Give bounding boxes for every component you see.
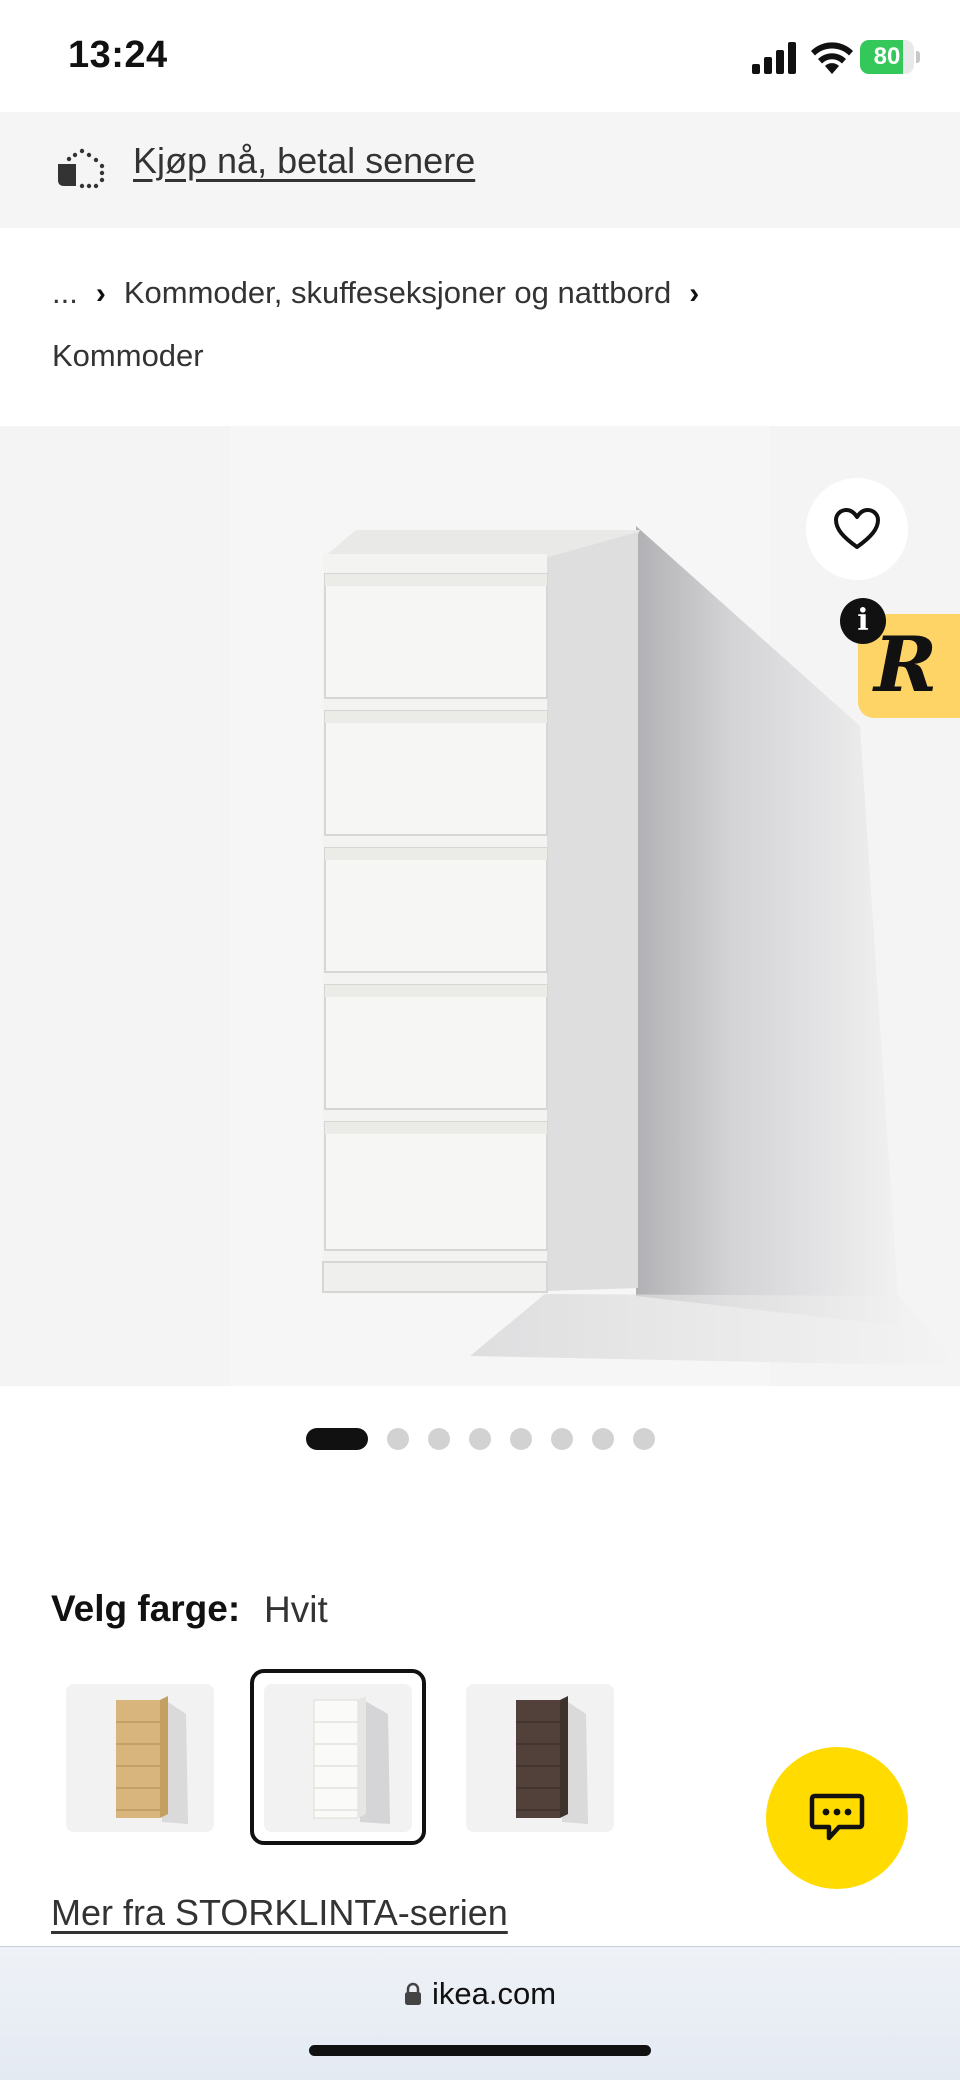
chevron-right-icon: › bbox=[95, 277, 106, 310]
wifi-icon bbox=[811, 42, 853, 74]
battery-percentage: 80 bbox=[873, 43, 901, 70]
color-option-oak[interactable] bbox=[66, 1684, 214, 1832]
info-icon[interactable]: i bbox=[840, 598, 886, 644]
gallery-dot[interactable] bbox=[633, 1428, 655, 1450]
series-link[interactable]: Mer fra STORKLINTA-serien bbox=[51, 1892, 508, 1934]
color-select-label: Velg farge: bbox=[51, 1588, 241, 1629]
swatch-thumbnail-oak bbox=[66, 1684, 214, 1832]
dresser-illustration bbox=[0, 426, 960, 1386]
gallery-dot[interactable] bbox=[428, 1428, 450, 1450]
pay-later-link[interactable]: Kjøp nå, betal senere bbox=[133, 140, 475, 182]
browser-address-bar bbox=[0, 1946, 960, 2080]
favorite-button[interactable] bbox=[806, 478, 908, 580]
heart-icon bbox=[834, 508, 880, 549]
gallery-dot[interactable] bbox=[510, 1428, 532, 1450]
pay-later-icon bbox=[58, 148, 105, 189]
swatch-thumbnail-brown bbox=[466, 1684, 614, 1832]
color-option-white[interactable] bbox=[264, 1684, 412, 1832]
gallery-dot[interactable] bbox=[592, 1428, 614, 1450]
gallery-dot[interactable] bbox=[469, 1428, 491, 1450]
swatch-thumbnail-white bbox=[264, 1684, 412, 1832]
chevron-right-icon: › bbox=[689, 277, 700, 310]
color-select-value: Hvit bbox=[264, 1589, 328, 1630]
breadcrumb-current[interactable]: Kommoder bbox=[52, 338, 204, 373]
breadcrumb: ... › Kommoder, skuffeseksjoner og nattbor… bbox=[52, 262, 912, 387]
chat-button[interactable] bbox=[766, 1747, 908, 1889]
breadcrumb-ellipsis[interactable]: ... bbox=[52, 275, 78, 310]
cellular-signal-icon bbox=[752, 42, 796, 74]
product-image[interactable] bbox=[0, 426, 960, 1386]
chat-bubble-icon bbox=[809, 1793, 865, 1841]
r-logo-icon: R bbox=[874, 620, 938, 709]
battery-indicator: 80 bbox=[860, 40, 920, 74]
gallery-dot[interactable] bbox=[551, 1428, 573, 1450]
url-display[interactable]: ikea.com bbox=[0, 1976, 960, 2012]
status-time: 13:24 bbox=[68, 34, 168, 76]
gallery-dot[interactable] bbox=[306, 1428, 368, 1450]
lock-icon bbox=[404, 1982, 421, 2005]
url-text: ikea.com bbox=[431, 1976, 557, 2011]
home-indicator[interactable] bbox=[309, 2045, 651, 2056]
color-option-brown[interactable] bbox=[466, 1684, 614, 1832]
breadcrumb-category-link[interactable]: Kommoder, skuffeseksjoner og nattbord bbox=[124, 275, 671, 310]
gallery-pagination bbox=[306, 1428, 655, 1450]
gallery-dot[interactable] bbox=[387, 1428, 409, 1450]
